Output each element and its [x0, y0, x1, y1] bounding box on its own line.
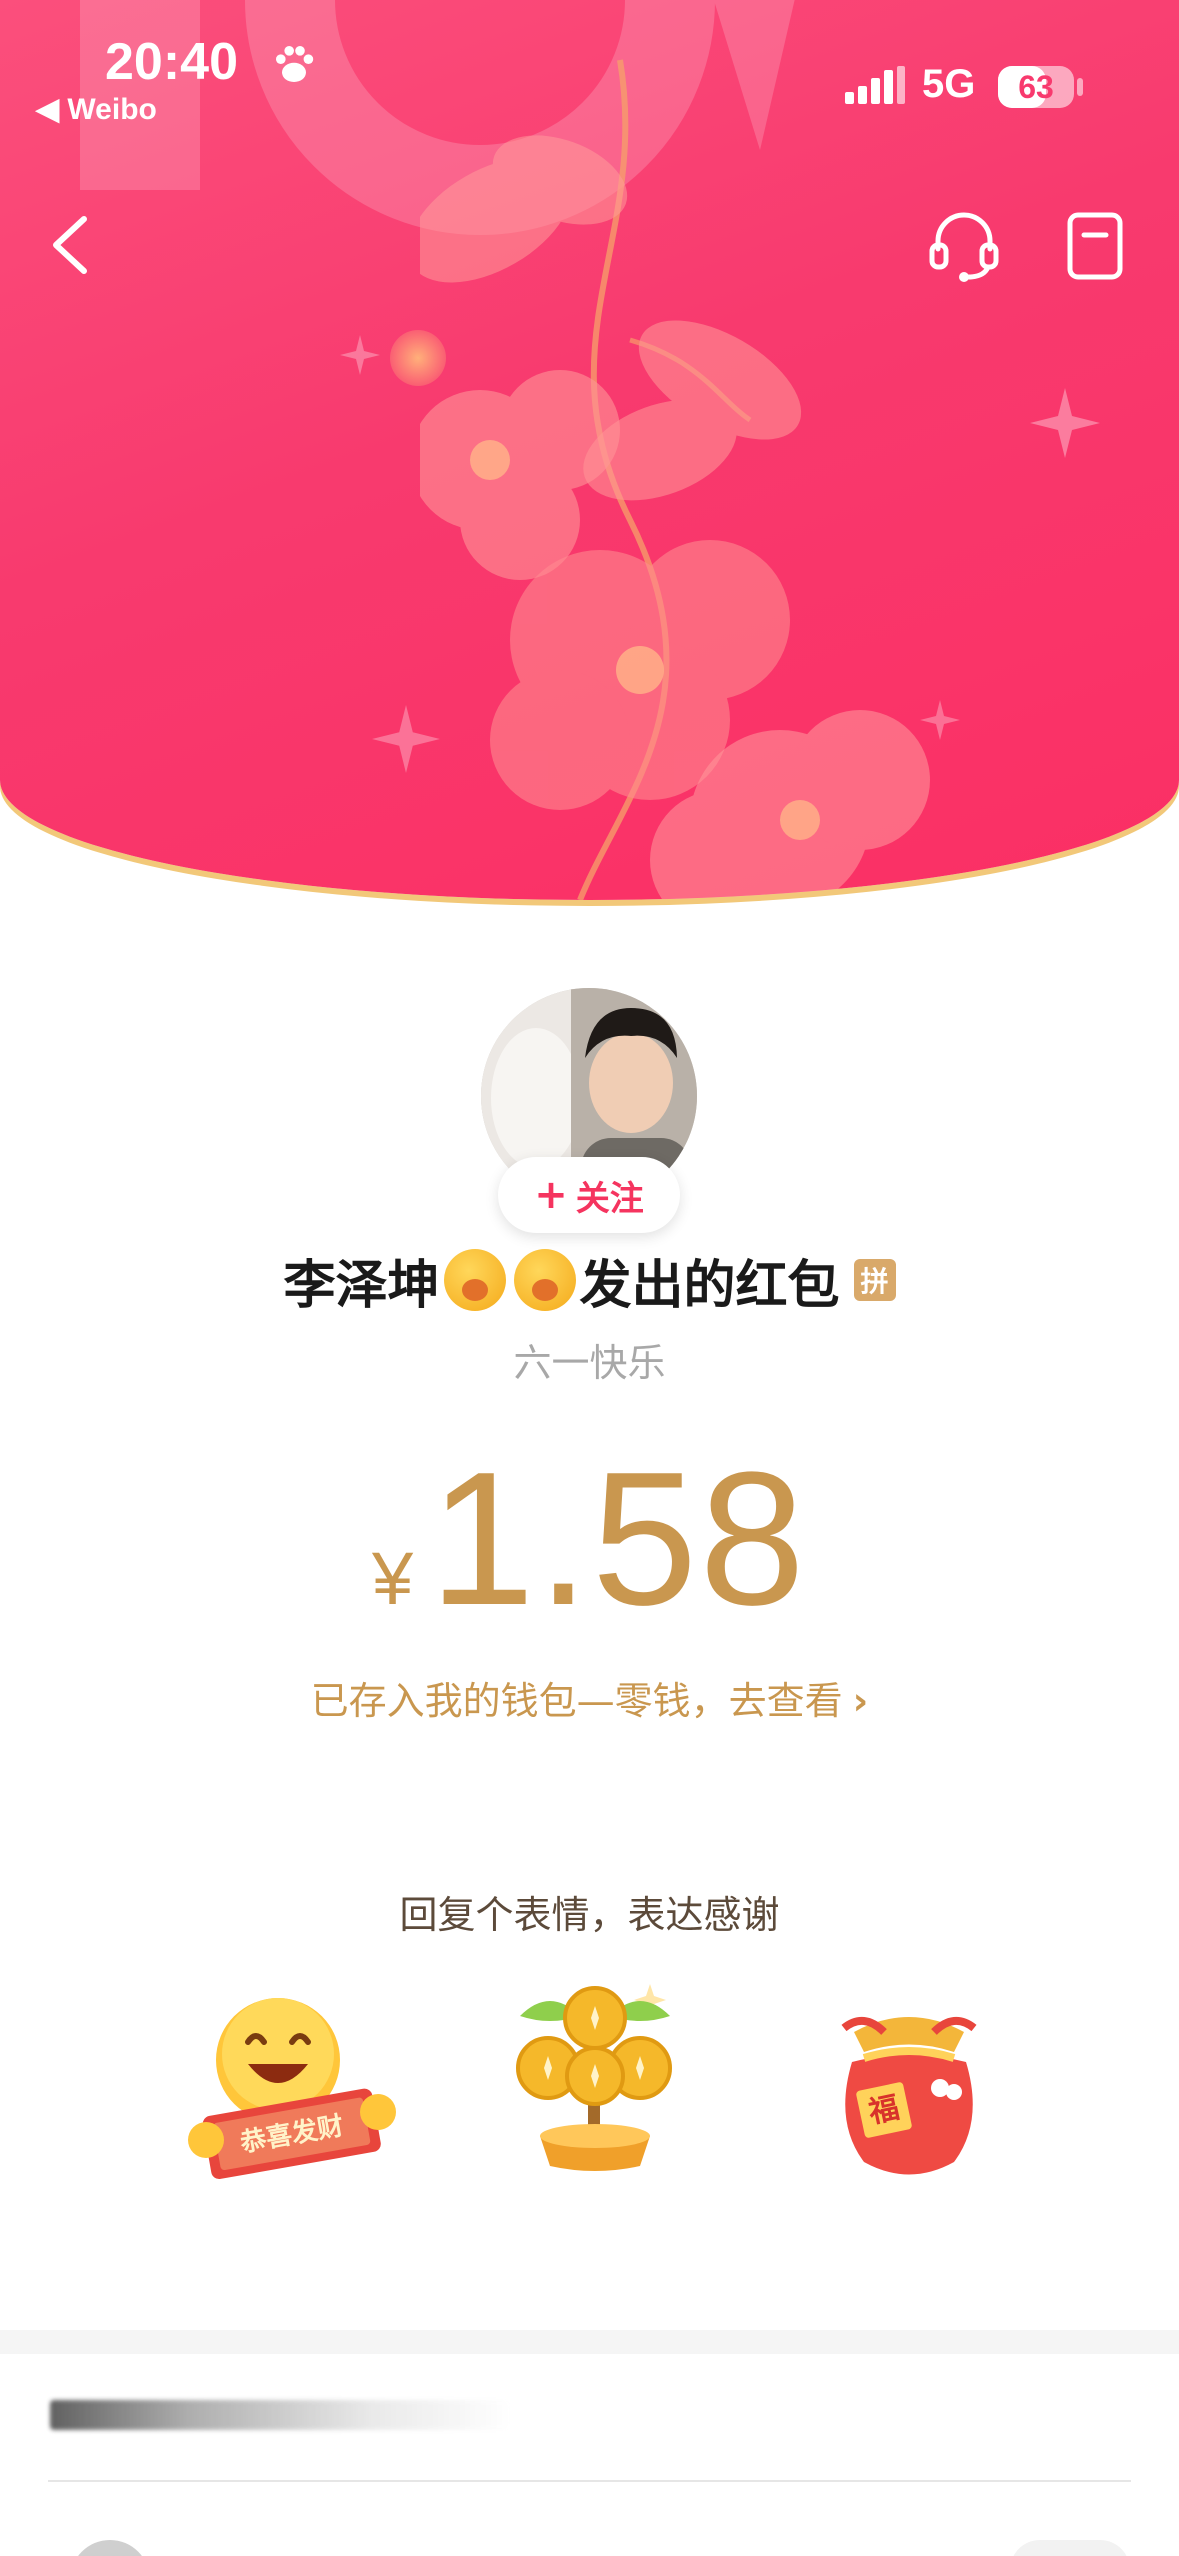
sparkle-icon: [920, 700, 960, 740]
sender-name: 李泽坤: [283, 1255, 440, 1316]
headset-icon[interactable]: [924, 205, 1004, 285]
divider: [48, 2480, 1131, 2482]
pin-badge: 拼: [853, 1259, 896, 1301]
paw-icon: [276, 46, 314, 82]
amount-display: ¥ 1.58: [0, 1430, 1179, 1645]
list-item-action: [1010, 2540, 1130, 2556]
glow-dot: [390, 330, 446, 386]
smiley-banner-sticker[interactable]: 恭喜发财: [186, 1990, 396, 2190]
follow-button[interactable]: + 关注: [498, 1157, 680, 1233]
header-banner: [0, 0, 1179, 900]
back-to-app-link[interactable]: ◀ Weibo: [36, 92, 157, 127]
plus-icon: +: [534, 1172, 568, 1218]
document-icon[interactable]: [1058, 205, 1132, 285]
money-tree-sticker[interactable]: [490, 1976, 700, 2176]
currency-symbol: ¥: [372, 1537, 414, 1620]
flower-illustration: [420, 59, 930, 900]
yawning-face-icon: [513, 1249, 576, 1311]
sparkle-icon: [372, 705, 440, 773]
amount-value: 1.58: [429, 1433, 807, 1645]
network-label: 5G: [922, 62, 976, 106]
sender-suffix: 发出的红包: [579, 1255, 840, 1316]
signal-icon: [845, 66, 905, 104]
battery-icon: 63: [998, 66, 1074, 108]
blurred-text-placeholder: [50, 2400, 510, 2430]
wallet-link[interactable]: 已存入我的钱包—零钱，去查看 ›: [0, 1670, 1179, 1725]
lucky-bag-sticker[interactable]: 福: [804, 1992, 1014, 2192]
battery-cap: [1077, 78, 1083, 96]
chevron-left-icon[interactable]: [40, 205, 100, 285]
sparkle-icon: [1030, 388, 1100, 458]
status-time: 20:40: [105, 33, 238, 91]
follow-label: 关注: [575, 1178, 644, 1219]
chevron-right-icon: ›: [852, 1679, 869, 1723]
reply-title: 回复个表情，表达感谢: [399, 1893, 780, 1937]
wallet-link-text: 已存入我的钱包—零钱，去查看: [310, 1679, 843, 1723]
list-item-avatar: [70, 2540, 150, 2556]
yawning-face-icon: [443, 1249, 506, 1311]
section-gap: [0, 2330, 1179, 2354]
sparkle-icon: [340, 335, 380, 375]
battery-level: 63: [1018, 69, 1054, 105]
greeting-message: 六一快乐: [513, 1341, 666, 1385]
sender-title: 李泽坤 发出的红包 拼: [0, 1240, 1179, 1320]
